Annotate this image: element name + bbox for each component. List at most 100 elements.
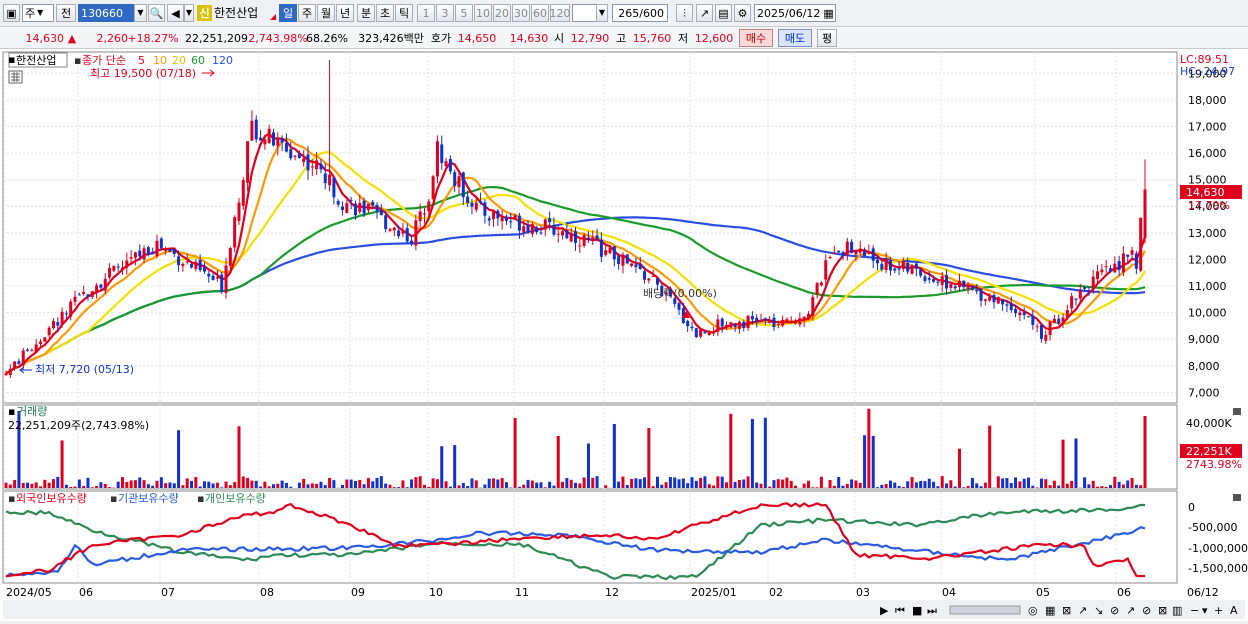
candle-body <box>634 264 637 267</box>
calendar-icon[interactable]: ▦ <box>823 8 833 19</box>
tool-icon[interactable]: ↗ <box>1126 604 1135 617</box>
tab-tick[interactable]: 틱 <box>395 4 413 22</box>
hold-axis-0: 0 <box>1188 501 1195 514</box>
speaker-dropdown-icon[interactable]: ▼ <box>184 4 194 22</box>
quote-label: 호가 <box>428 30 454 46</box>
tab-second[interactable]: 초 <box>376 4 394 22</box>
candle-body <box>358 203 361 212</box>
tab-day[interactable]: 일 <box>279 4 297 22</box>
candle-body <box>1023 312 1026 315</box>
candle-icon[interactable]: ⫶ <box>676 4 693 22</box>
candle-body <box>1010 303 1013 310</box>
candle-body <box>414 220 417 245</box>
candle-body <box>48 328 51 335</box>
interval-dropdown-icon[interactable]: ▼ <box>596 4 608 22</box>
speaker-icon[interactable]: ◀ <box>167 4 184 22</box>
volume-bar <box>971 478 974 488</box>
stock-code-input[interactable]: 130660 <box>78 4 134 22</box>
tab-year[interactable]: 년 <box>336 4 354 22</box>
candle-body <box>583 235 586 246</box>
interval-3[interactable]: 3 <box>436 4 454 22</box>
zoom-slider[interactable] <box>950 606 1020 614</box>
candle-body <box>699 330 702 337</box>
chart-svg[interactable]: 19,00018,00017,00016,00015,00014,00013,0… <box>0 49 1248 621</box>
avg-button[interactable]: 평 <box>817 29 837 47</box>
close-icon[interactable] <box>1233 494 1241 501</box>
market-select[interactable]: 주▼ <box>22 4 54 22</box>
candle-body <box>656 278 659 284</box>
tool-icon[interactable]: ⊘ <box>1110 604 1119 617</box>
price-tick: 10,000 <box>1188 307 1227 320</box>
count-input[interactable]: 265/600 <box>612 4 668 22</box>
volume-bar <box>975 483 978 488</box>
last-icon[interactable]: ⏭ <box>927 604 937 617</box>
tool-icon[interactable]: ⊠ <box>1062 604 1071 617</box>
volume-bar <box>1023 479 1026 488</box>
interval-5[interactable]: 5 <box>455 4 473 22</box>
scroll-right-icon[interactable]: ▶ <box>880 604 889 617</box>
volume-bar <box>919 481 922 488</box>
tool-icon[interactable]: ◎ <box>1028 604 1038 617</box>
tool-icon[interactable]: ⊠ <box>1158 604 1167 617</box>
retail-label: 개인보유수량 <box>205 492 266 505</box>
interval-1[interactable]: 1 <box>417 4 435 22</box>
volume-bar <box>764 418 767 488</box>
scrollbar[interactable] <box>3 600 1245 619</box>
tool-icon[interactable]: ↘ <box>1094 604 1103 617</box>
prev-button[interactable]: 전 <box>56 4 76 22</box>
pointer-icon[interactable]: ▾ <box>1202 604 1208 617</box>
tool-icon[interactable]: ↗ <box>1078 604 1087 617</box>
sell-button[interactable]: 매도 <box>778 29 812 47</box>
candle-body <box>95 285 98 292</box>
plus-icon[interactable]: + <box>1214 604 1223 617</box>
candle-body <box>1027 316 1030 317</box>
close-icon[interactable] <box>1233 408 1241 415</box>
stock-name: 한전산업 <box>214 5 270 21</box>
volume-bar <box>143 480 146 488</box>
interval-10[interactable]: 10 <box>474 4 492 22</box>
candle-body <box>686 321 689 326</box>
tool-icon[interactable]: ▥ <box>1172 604 1182 617</box>
volume-bar <box>936 486 939 488</box>
volume-bar <box>1139 485 1142 488</box>
volume-bar <box>212 483 215 488</box>
code-dropdown-icon[interactable]: ▼ <box>134 4 147 22</box>
interval-30[interactable]: 30 <box>512 4 530 22</box>
draw-icon[interactable]: ↗ <box>696 4 713 22</box>
volume-bar <box>1105 487 1108 488</box>
candle-body <box>902 261 905 269</box>
save-icon[interactable]: ▤ <box>715 4 732 22</box>
layout-icon[interactable]: ▣ <box>3 4 20 22</box>
x-tick: 11 <box>515 586 529 599</box>
interval-60[interactable]: 60 <box>531 4 549 22</box>
search-icon[interactable]: 🔍 <box>148 4 165 22</box>
buy-button[interactable]: 매수 <box>739 29 773 47</box>
volume-bar <box>1062 440 1065 488</box>
tab-week[interactable]: 주 <box>298 4 316 22</box>
stop-icon[interactable]: ■ <box>912 604 922 617</box>
volume-bar <box>315 484 318 488</box>
tool-icon[interactable]: ▦ <box>1045 604 1055 617</box>
candle-body <box>1122 254 1125 273</box>
candle-body <box>1036 326 1039 327</box>
volume-bar <box>850 479 853 488</box>
date-input[interactable]: 2025/06/12▦ <box>754 4 836 22</box>
chart-area[interactable]: 19,00018,00017,00016,00015,00014,00013,0… <box>0 49 1248 621</box>
candle-body <box>250 121 253 141</box>
volume-bar <box>678 479 681 488</box>
first-icon[interactable]: ⏮ <box>895 604 905 617</box>
font-size-icon[interactable]: A <box>1230 604 1238 617</box>
interval-20[interactable]: 20 <box>493 4 511 22</box>
gear-icon[interactable]: ⚙ <box>734 4 751 22</box>
flag-icon <box>270 14 276 20</box>
candle-body <box>156 241 159 256</box>
tab-minute[interactable]: 분 <box>357 4 375 22</box>
hold-axis-1.5m: -1,500,000 <box>1188 562 1248 575</box>
candle-body <box>760 320 763 321</box>
price-axis: 19,00018,00017,00016,00015,00014,00013,0… <box>1188 67 1227 399</box>
tool-icon[interactable]: ⊘ <box>1142 604 1151 617</box>
tab-month[interactable]: 월 <box>317 4 335 22</box>
minus-icon[interactable]: − <box>1190 604 1199 617</box>
interval-120[interactable]: 120 <box>550 4 570 22</box>
candle-body <box>742 322 745 328</box>
